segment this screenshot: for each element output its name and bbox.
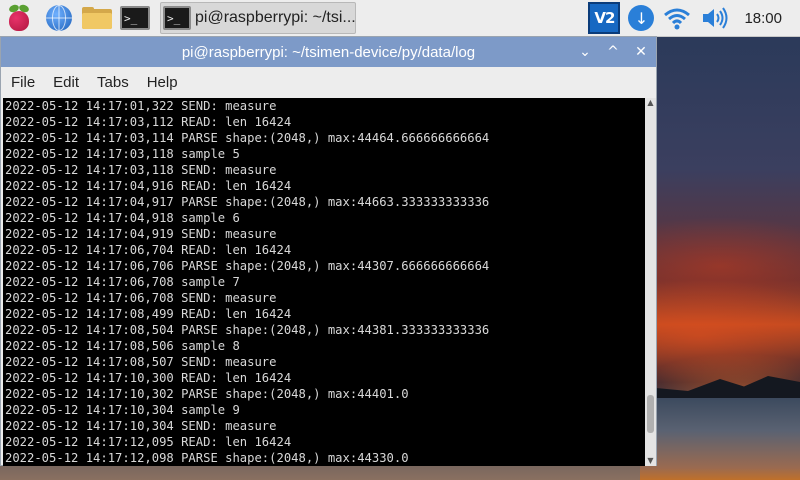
terminal-line: 2022-05-12 14:17:10,304 sample 9 — [5, 403, 240, 417]
terminal-line: 2022-05-12 14:17:01,322 SEND: measure — [5, 99, 277, 113]
terminal-scrollbar[interactable]: ▲ ▼ — [645, 98, 656, 466]
terminal-line: 2022-05-12 14:17:08,499 READ: len 16424 — [5, 307, 292, 321]
terminal-line: 2022-05-12 14:17:04,919 SEND: measure — [5, 227, 277, 241]
terminal-line: 2022-05-12 14:17:12,095 READ: len 16424 — [5, 435, 292, 449]
menu-help[interactable]: Help — [147, 74, 178, 91]
web-browser-icon[interactable] — [44, 3, 74, 33]
terminal-line: 2022-05-12 14:17:08,506 sample 8 — [5, 339, 240, 353]
menu-edit[interactable]: Edit — [53, 74, 79, 91]
system-tray: V2 ↓ 18:00 — [588, 0, 800, 36]
clock[interactable]: 18:00 — [744, 10, 782, 27]
menu-tabs[interactable]: Tabs — [97, 74, 129, 91]
file-manager-icon[interactable] — [82, 3, 112, 33]
updates-download-icon[interactable]: ↓ — [628, 5, 655, 31]
terminal-line: 2022-05-12 14:17:03,112 READ: len 16424 — [5, 115, 292, 129]
terminal-line: 2022-05-12 14:17:06,708 SEND: measure — [5, 291, 277, 305]
menu-bar: File Edit Tabs Help — [1, 67, 656, 97]
vnc-server-icon[interactable]: V2 — [588, 2, 621, 34]
terminal-line: 2022-05-12 14:17:06,708 sample 7 — [5, 275, 240, 289]
terminal-line: 2022-05-12 14:17:10,302 PARSE shape:(204… — [5, 387, 409, 401]
minimize-button[interactable]: ⌄ — [578, 44, 592, 60]
terminal-line: 2022-05-12 14:17:04,917 PARSE shape:(204… — [5, 195, 490, 209]
taskbar: >_ >_ pi@raspberrypi: ~/tsi... V2 ↓ 18:0… — [0, 0, 800, 37]
maximize-button[interactable]: ^ — [606, 44, 620, 60]
close-button[interactable]: ✕ — [634, 44, 648, 60]
terminal-line: 2022-05-12 14:17:12,098 PARSE shape:(204… — [5, 451, 409, 465]
terminal-line: 2022-05-12 14:17:03,118 SEND: measure — [5, 163, 277, 177]
wifi-icon[interactable] — [662, 5, 692, 31]
scroll-down-arrow-icon[interactable]: ▼ — [645, 456, 656, 466]
taskbar-task-label: pi@raspberrypi: ~/tsi... — [195, 9, 356, 26]
terminal-output[interactable]: 2022-05-12 14:17:01,322 SEND: measure 202… — [3, 98, 645, 466]
terminal-launcher-icon[interactable]: >_ — [120, 3, 150, 33]
terminal-window: pi@raspberrypi: ~/tsimen-device/py/data/… — [0, 36, 657, 466]
terminal-line: 2022-05-12 14:17:03,118 sample 5 — [5, 147, 240, 161]
terminal-icon: >_ — [163, 6, 191, 30]
terminal-line: 2022-05-12 14:17:10,304 SEND: measure — [5, 419, 277, 433]
raspberry-pi-menu-icon[interactable] — [4, 3, 34, 33]
terminal-line: 2022-05-12 14:17:10,300 READ: len 16424 — [5, 371, 292, 385]
terminal-line: 2022-05-12 14:17:06,704 READ: len 16424 — [5, 243, 292, 257]
terminal-line: 2022-05-12 14:17:08,507 SEND: measure — [5, 355, 277, 369]
volume-icon[interactable] — [700, 5, 730, 31]
terminal-line: 2022-05-12 14:17:03,114 PARSE shape:(204… — [5, 131, 490, 145]
terminal-line: 2022-05-12 14:17:06,706 PARSE shape:(204… — [5, 259, 490, 273]
window-titlebar[interactable]: pi@raspberrypi: ~/tsimen-device/py/data/… — [1, 37, 656, 67]
menu-file[interactable]: File — [11, 74, 35, 91]
wallpaper-sea — [640, 398, 800, 480]
window-controls: ⌄ ^ ✕ — [578, 37, 648, 67]
terminal-line: 2022-05-12 14:17:08,504 PARSE shape:(204… — [5, 323, 490, 337]
window-title: pi@raspberrypi: ~/tsimen-device/py/data/… — [181, 43, 476, 61]
terminal-line: 2022-05-12 14:17:04,918 sample 6 — [5, 211, 240, 225]
taskbar-task-terminal[interactable]: >_ pi@raspberrypi: ~/tsi... — [160, 2, 356, 34]
scroll-up-arrow-icon[interactable]: ▲ — [645, 98, 656, 108]
scrollbar-thumb[interactable] — [647, 394, 654, 433]
terminal-line: 2022-05-12 14:17:04,916 READ: len 16424 — [5, 179, 292, 193]
